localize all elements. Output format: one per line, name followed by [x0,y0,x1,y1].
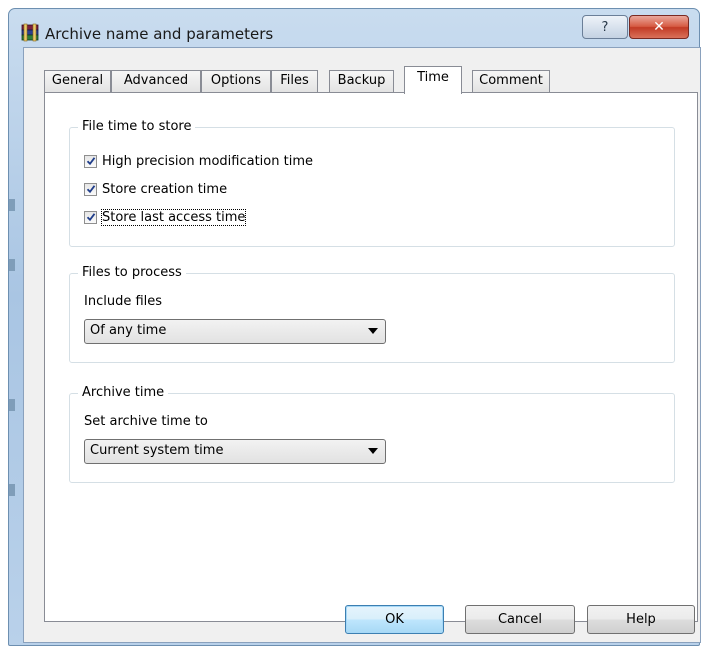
checkbox-label: Store last access time [100,208,247,226]
window-title: Archive name and parameters [45,25,274,43]
help-button[interactable]: Help [587,605,695,634]
title-help-button[interactable]: ? [582,15,628,39]
checkbox-label: Store creation time [102,181,228,197]
cancel-button[interactable]: Cancel [465,605,575,634]
ok-button[interactable]: OK [345,605,444,634]
tab-files[interactable]: Files [271,70,318,92]
frame-edge-mark [9,259,15,271]
files-to-process-group: Files to process Include files Of any ti… [69,265,675,363]
archive-time-dropdown[interactable]: Current system time [84,439,386,464]
checkbox-label: High precision modification time [102,153,313,169]
group-title: Files to process [78,265,186,280]
file-time-group: File time to store High precision modifi… [69,119,675,247]
checkmark-icon [84,182,97,196]
store-last-access-checkbox[interactable]: Store last access time [84,208,247,226]
tab-general[interactable]: General [44,70,111,92]
dropdown-value: Of any time [90,323,167,338]
chevron-down-icon [368,448,378,454]
tab-panel-time: File time to store High precision modifi… [44,92,698,622]
checkmark-icon [84,154,97,168]
frame-edge-mark [9,484,15,496]
close-icon: ✕ [653,19,665,35]
checkmark-icon [84,210,97,224]
tab-backup[interactable]: Backup [329,70,394,92]
tab-options[interactable]: Options [201,70,271,92]
dialog-window: Archive name and parameters ? ✕ General … [8,8,701,646]
set-archive-time-label: Set archive time to [84,414,208,429]
archive-time-group: Archive time Set archive time to Current… [69,385,675,483]
frame-edge-mark [9,199,15,211]
frame-edge-mark [9,399,15,411]
include-files-dropdown[interactable]: Of any time [84,319,386,344]
dropdown-value: Current system time [90,443,224,458]
group-title: File time to store [78,119,196,134]
winrar-books-icon [21,23,39,43]
store-creation-checkbox[interactable]: Store creation time [84,180,227,198]
close-button[interactable]: ✕ [629,15,689,39]
high-precision-checkbox[interactable]: High precision modification time [84,152,313,170]
tab-comment[interactable]: Comment [472,70,550,92]
question-mark-icon: ? [601,19,609,35]
dialog-client-area: General Advanced Options Files Backup Ti… [23,47,701,643]
chevron-down-icon [368,328,378,334]
include-files-label: Include files [84,294,163,309]
title-bar[interactable]: Archive name and parameters ? ✕ [9,9,699,47]
group-title: Archive time [78,385,169,400]
tab-time[interactable]: Time [404,66,462,94]
tab-advanced[interactable]: Advanced [111,70,201,92]
